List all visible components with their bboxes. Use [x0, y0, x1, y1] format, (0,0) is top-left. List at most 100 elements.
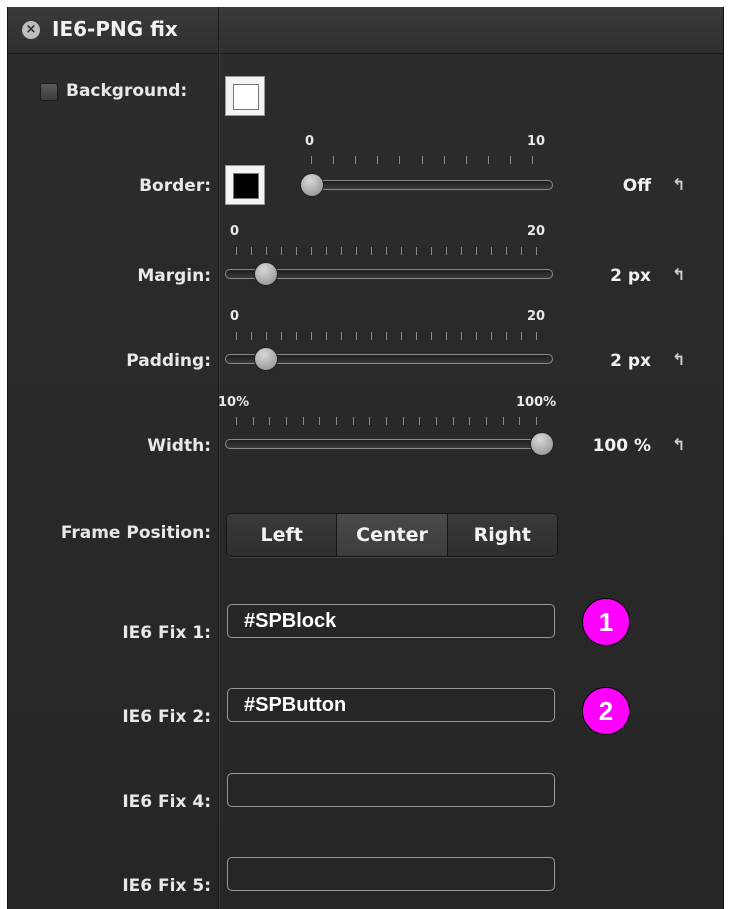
slider-tick: [521, 247, 522, 255]
padding-max-label: 20: [527, 309, 546, 324]
ie6-fix-1-input[interactable]: #SPBlock: [227, 604, 555, 638]
slider-tick: [461, 247, 462, 255]
column-divider: [218, 7, 219, 909]
padding-slider-knob[interactable]: [254, 347, 278, 371]
ie6-fix-2-label: IE6 Fix 2:: [122, 707, 211, 727]
padding-ticks: [236, 332, 537, 340]
slider-tick: [296, 247, 297, 255]
slider-tick: [431, 247, 432, 255]
slider-tick: [319, 417, 321, 425]
slider-tick: [536, 247, 537, 255]
slider-tick: [402, 417, 404, 425]
ie6-fix-4-input[interactable]: [227, 773, 555, 807]
ie6-fix-5-label: IE6 Fix 5:: [122, 876, 211, 896]
slider-tick: [236, 332, 237, 340]
slider-tick: [369, 417, 371, 425]
slider-tick: [251, 247, 252, 255]
slider-tick: [461, 332, 462, 340]
slider-tick: [487, 156, 489, 164]
width-min-label: 10%: [218, 395, 250, 410]
slider-tick: [266, 247, 267, 255]
border-slider-knob[interactable]: [300, 173, 324, 197]
slider-tick: [446, 332, 447, 340]
slider-tick: [443, 156, 445, 164]
padding-min-label: 0: [230, 309, 240, 324]
border-value: Off: [622, 176, 651, 196]
panel-title: IE6-PNG fix: [52, 17, 178, 41]
slider-tick: [465, 156, 467, 164]
close-icon[interactable]: ×: [22, 21, 40, 39]
ie6-fix-5-input[interactable]: [227, 857, 555, 891]
slider-tick: [431, 332, 432, 340]
slider-tick: [281, 332, 282, 340]
margin-reset-icon[interactable]: ↰: [672, 265, 685, 284]
frame-position-left[interactable]: Left: [227, 514, 338, 556]
slider-tick: [356, 247, 357, 255]
margin-ticks: [236, 247, 537, 255]
slider-tick: [386, 247, 387, 255]
slider-tick: [416, 247, 417, 255]
margin-min-label: 0: [230, 224, 240, 239]
border-ticks: [311, 156, 533, 164]
border-max-label: 10: [527, 134, 546, 149]
slider-tick: [236, 417, 237, 425]
slider-tick: [356, 332, 357, 340]
margin-label: Margin:: [137, 266, 211, 286]
slider-tick: [355, 156, 357, 164]
slider-tick: [236, 247, 237, 255]
slider-tick: [266, 332, 267, 340]
padding-reset-icon[interactable]: ↰: [672, 350, 685, 369]
margin-slider-knob[interactable]: [254, 262, 278, 286]
slider-tick: [386, 417, 387, 425]
slider-tick: [401, 332, 402, 340]
slider-tick: [476, 332, 477, 340]
frame-position-right[interactable]: Right: [447, 514, 557, 556]
frame-position-center[interactable]: Center: [337, 514, 448, 556]
slider-tick: [416, 332, 417, 340]
slider-tick: [419, 417, 421, 425]
slider-tick: [311, 247, 312, 255]
slider-tick: [469, 417, 471, 425]
frame-position-segmented-control: Left Center Right: [226, 513, 558, 557]
annotation-badge-2: 2: [582, 687, 630, 735]
ie6-fix-2-input[interactable]: #SPButton: [227, 688, 555, 722]
width-reset-icon[interactable]: ↰: [672, 435, 685, 454]
slider-tick: [311, 156, 312, 164]
slider-tick: [296, 332, 297, 340]
margin-value: 2 px: [610, 266, 651, 286]
slider-tick: [281, 247, 282, 255]
border-reset-icon[interactable]: ↰: [672, 175, 685, 194]
slider-tick: [476, 247, 477, 255]
slider-tick: [286, 417, 287, 425]
width-label: Width:: [147, 436, 211, 456]
slider-tick: [506, 247, 507, 255]
background-color-swatch[interactable]: [225, 76, 265, 116]
border-slider-track[interactable]: [301, 180, 553, 190]
slider-tick: [491, 332, 492, 340]
border-color-swatch[interactable]: [225, 165, 265, 205]
slider-tick: [536, 417, 537, 425]
background-checkbox[interactable]: [40, 83, 58, 101]
slider-tick: [352, 417, 354, 425]
slider-tick: [399, 156, 401, 164]
slider-tick: [341, 247, 342, 255]
slider-tick: [251, 332, 252, 340]
ie6-fix-1-label: IE6 Fix 1:: [122, 623, 211, 643]
slider-tick: [521, 332, 522, 340]
slider-tick: [302, 417, 304, 425]
background-label: Background:: [66, 81, 188, 101]
width-slider-track[interactable]: [225, 439, 553, 449]
slider-tick: [371, 332, 372, 340]
slider-tick: [421, 156, 423, 164]
slider-tick: [336, 417, 337, 425]
padding-value: 2 px: [610, 351, 651, 371]
slider-tick: [536, 332, 537, 340]
slider-tick: [509, 156, 511, 164]
slider-tick: [401, 247, 402, 255]
slider-tick: [252, 417, 254, 425]
width-slider-knob[interactable]: [530, 432, 554, 456]
border-min-label: 0: [305, 134, 315, 149]
slider-tick: [333, 156, 335, 164]
ie6-png-fix-panel: × IE6-PNG fix Background: Border: 0 10 O…: [7, 7, 724, 909]
slider-tick: [326, 247, 327, 255]
